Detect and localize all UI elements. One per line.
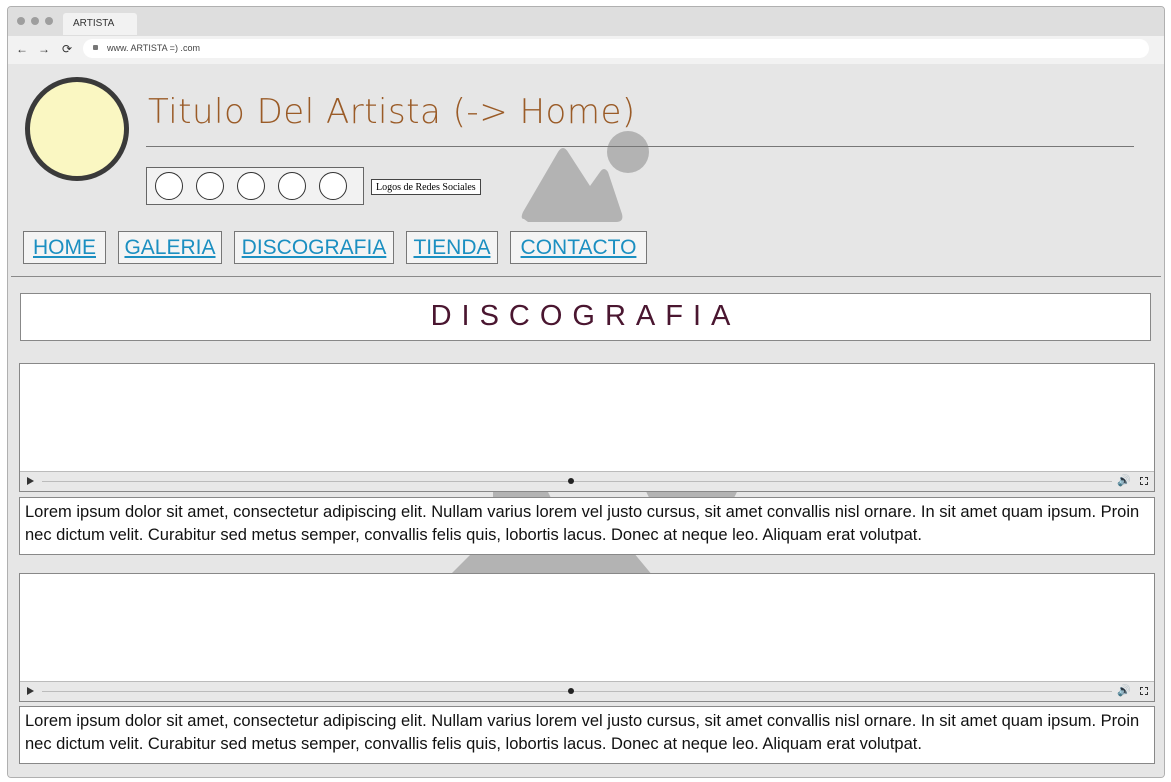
seek-handle[interactable]: [568, 478, 574, 484]
social-logo-icon[interactable]: [319, 172, 347, 200]
player-controls: 🔊: [20, 681, 1154, 701]
fullscreen-icon[interactable]: [1140, 477, 1148, 485]
window-close-dot[interactable]: [17, 17, 25, 25]
video-player[interactable]: 🔊: [19, 363, 1155, 492]
browser-chrome: ARTISTA ← → ⟳ www. ARTISTA =) .com: [8, 7, 1164, 64]
play-icon[interactable]: [27, 477, 34, 485]
video-player[interactable]: 🔊: [19, 573, 1155, 702]
play-icon[interactable]: [27, 687, 34, 695]
title-divider: [146, 146, 1134, 147]
social-logos-label: Logos de Redes Sociales: [371, 179, 481, 195]
address-bar[interactable]: www. ARTISTA =) .com: [83, 39, 1149, 58]
reload-icon[interactable]: ⟳: [60, 41, 74, 57]
url-text: www. ARTISTA =) .com: [107, 43, 200, 53]
nav-link-home[interactable]: HOME: [23, 231, 106, 264]
volume-icon[interactable]: 🔊: [1117, 685, 1131, 697]
address-row: ← → ⟳ www. ARTISTA =) .com: [8, 36, 1164, 64]
window-minimize-dot[interactable]: [31, 17, 39, 25]
site-title[interactable]: Titulo Del Artista (-> Home): [148, 92, 636, 132]
seek-handle[interactable]: [568, 688, 574, 694]
browser-window: ARTISTA ← → ⟳ www. ARTISTA =) .com Titul…: [7, 6, 1165, 778]
forward-icon[interactable]: →: [37, 41, 51, 57]
social-logo-icon[interactable]: [155, 172, 183, 200]
nav-link-discografia[interactable]: DISCOGRAFIA: [234, 231, 394, 264]
fullscreen-icon[interactable]: [1140, 687, 1148, 695]
player-controls: 🔊: [20, 471, 1154, 491]
browser-tab[interactable]: ARTISTA: [63, 13, 137, 35]
nav-link-contacto[interactable]: CONTACTO: [510, 231, 647, 264]
nav-link-galeria[interactable]: GALERIA: [118, 231, 222, 264]
section-title: DISCOGRAFIA: [20, 293, 1151, 341]
nav-link-tienda[interactable]: TIENDA: [406, 231, 498, 264]
page-content: Titulo Del Artista (-> Home) Logos de Re…: [8, 64, 1164, 777]
entry-description: Lorem ipsum dolor sit amet, consectetur …: [19, 706, 1155, 764]
volume-icon[interactable]: 🔊: [1117, 475, 1131, 487]
seek-bar[interactable]: [42, 691, 1112, 692]
social-logo-icon[interactable]: [196, 172, 224, 200]
header-divider: [11, 276, 1161, 277]
image-placeholder-icon: [521, 131, 649, 222]
back-icon[interactable]: ←: [15, 41, 29, 57]
social-logo-icon[interactable]: [278, 172, 306, 200]
social-logo-icon[interactable]: [237, 172, 265, 200]
window-maximize-dot[interactable]: [45, 17, 53, 25]
seek-bar[interactable]: [42, 481, 1112, 482]
lock-icon: [93, 45, 98, 50]
artist-avatar: [25, 77, 129, 181]
entry-description: Lorem ipsum dolor sit amet, consectetur …: [19, 497, 1155, 555]
social-links-box: [146, 167, 364, 205]
